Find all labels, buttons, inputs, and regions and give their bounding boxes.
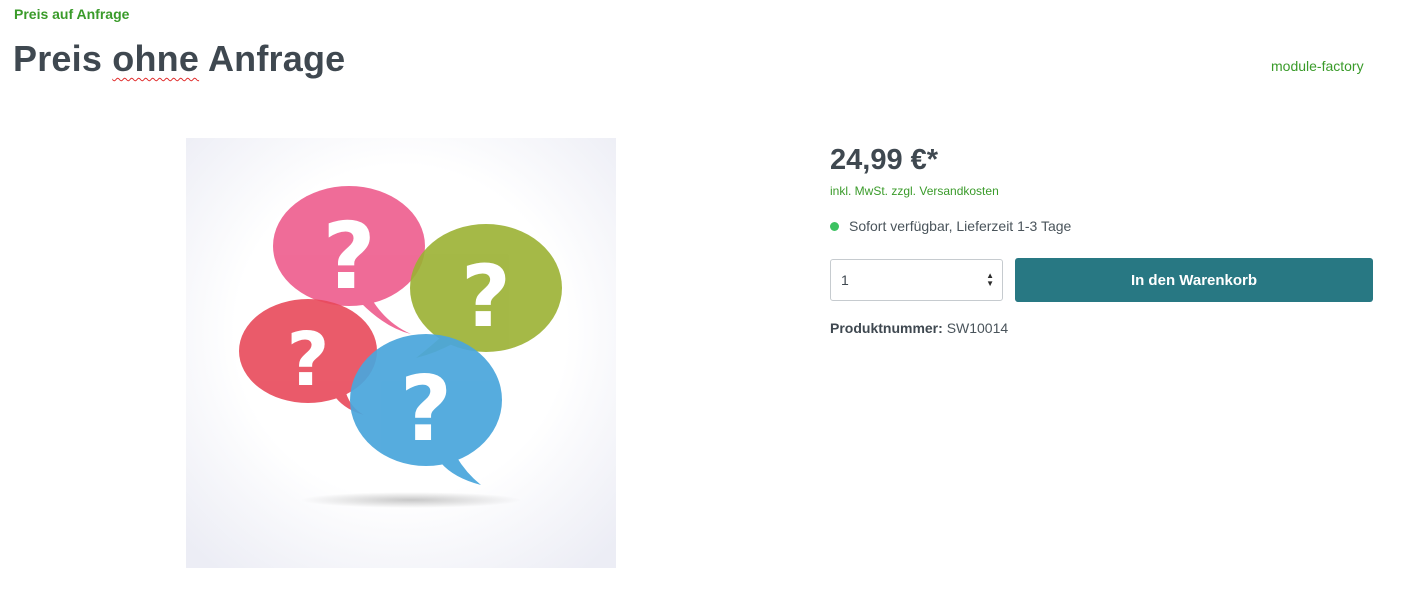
title-part-start: Preis: [13, 38, 113, 79]
availability-dot-icon: [830, 221, 839, 231]
add-to-cart-button[interactable]: In den Warenkorb: [1015, 258, 1373, 302]
select-arrows-icon: ▲ ▼: [986, 271, 994, 288]
bubble-shadow: [301, 492, 521, 508]
buy-box: 24,99 €* inkl. MwSt. zzgl. Versandkosten…: [830, 138, 1373, 336]
question-mark-icon: ?: [461, 247, 511, 347]
question-mark-icon: ?: [287, 317, 330, 403]
tax-shipping-link[interactable]: inkl. MwSt. zzgl. Versandkosten: [830, 183, 1373, 199]
question-mark-icon: ?: [400, 357, 452, 462]
product-detail-page: Preis auf Anfrage Preis ohne Anfrage mod…: [0, 0, 1425, 602]
manufacturer-link[interactable]: module-factory: [1271, 58, 1364, 74]
title-part-end: Anfrage: [199, 38, 346, 79]
question-mark-icon: ?: [322, 203, 375, 310]
product-number-value: SW10014: [946, 320, 1009, 336]
speech-bubbles-question-marks-icon: ? ? ? ?: [186, 138, 616, 568]
delivery-information: Sofort verfügbar, Lieferzeit 1-3 Tage: [830, 218, 1373, 234]
availability-text: Sofort verfügbar, Lieferzeit 1-3 Tage: [849, 218, 1072, 234]
product-number-label: Produktnummer:: [830, 320, 943, 336]
buy-form: 1 ▲ ▼ In den Warenkorb: [830, 258, 1373, 302]
quantity-select[interactable]: 1 ▲ ▼: [830, 259, 1003, 301]
product-number: Produktnummer: SW10014: [830, 320, 1373, 336]
product-title: Preis ohne Anfrage: [13, 38, 345, 80]
quantity-value: 1: [841, 272, 849, 288]
title-misspelled-word: ohne: [112, 38, 200, 79]
breadcrumb-category-link[interactable]: Preis auf Anfrage: [14, 6, 129, 22]
product-image[interactable]: ? ? ? ?: [186, 138, 616, 568]
product-price: 24,99 €*: [830, 144, 939, 176]
